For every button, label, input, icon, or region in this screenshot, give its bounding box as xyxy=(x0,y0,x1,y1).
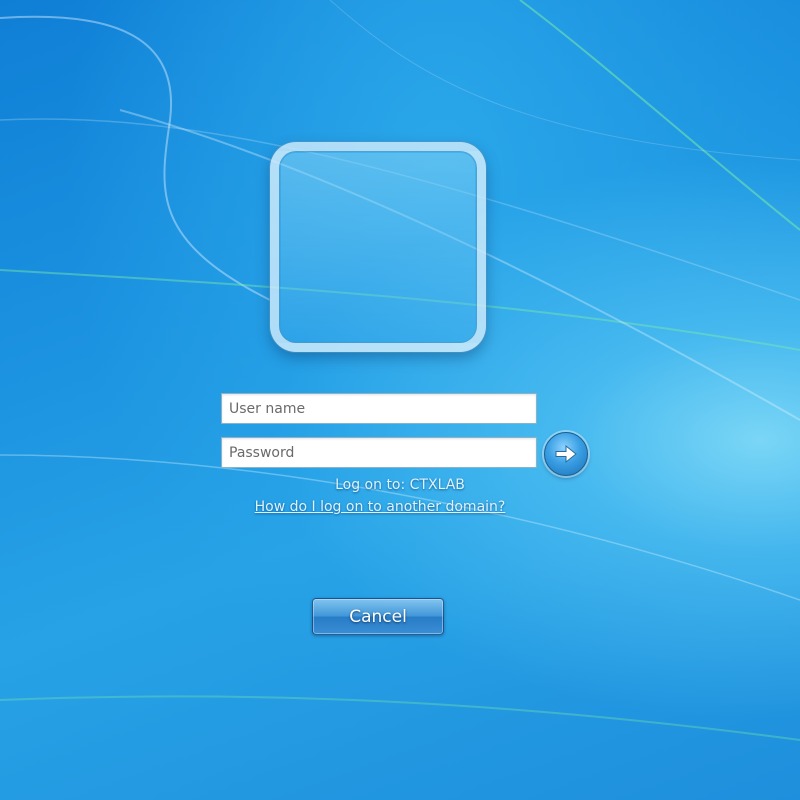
other-domain-link[interactable]: How do I log on to another domain? xyxy=(0,499,760,515)
cancel-button[interactable]: Cancel xyxy=(312,598,444,635)
user-tile-picture xyxy=(281,153,475,341)
password-field[interactable] xyxy=(221,437,537,468)
username-field[interactable] xyxy=(221,393,537,424)
logon-screen: Log on to: CTXLAB How do I log on to ano… xyxy=(0,0,800,800)
submit-button[interactable] xyxy=(544,432,588,476)
logon-domain-text: Log on to: CTXLAB xyxy=(335,477,465,493)
user-tile-frame xyxy=(270,142,486,352)
arrow-right-icon xyxy=(555,444,577,464)
